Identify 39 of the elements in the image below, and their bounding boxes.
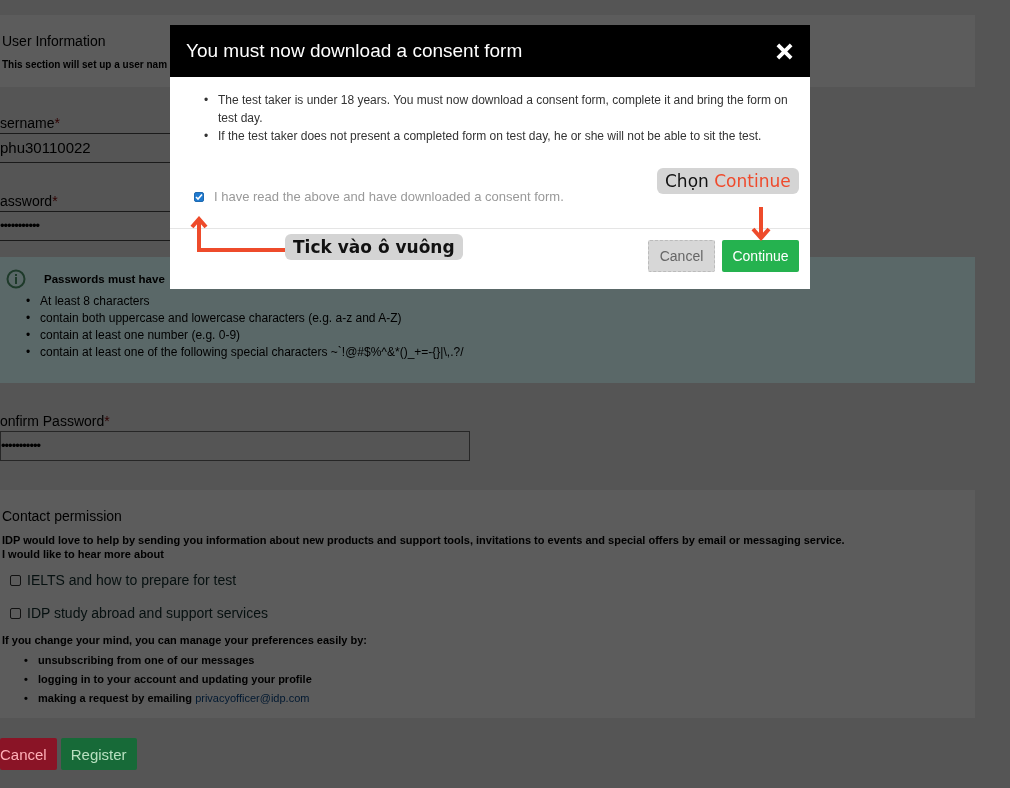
email-link[interactable]: privacyofficer@idp.com [195, 692, 310, 704]
annotation-callout: Chọn Continue [657, 168, 799, 194]
checkbox[interactable] [10, 607, 21, 619]
checkbox[interactable] [194, 191, 204, 202]
field-label: assword* [0, 192, 58, 211]
rule-item: • contain both uppercase and lowercase characters (e.g. a-z and A-Z) [26, 310, 402, 327]
checkbox-label: IDP study abroad and support services [27, 605, 268, 621]
rule-item: • contain at least one of the following special characters ~`!@#$%^&*()_+=-{}|\,.?/ [26, 344, 464, 361]
rule-item: • At least 8 characters [26, 293, 150, 310]
password-field[interactable]: ••••••••••• [0, 211, 170, 241]
field-label: sername* [0, 114, 60, 133]
checkbox[interactable] [10, 574, 21, 586]
register-button[interactable]: Register [60, 738, 137, 770]
checkbox-label: I have read the above and have downloaded a consent form. [214, 189, 564, 204]
preferences-text: If you change your mind, you can manage your preferences easily by: [2, 633, 368, 647]
prompt-text: I would like to hear more about [2, 547, 165, 561]
preference-item: • making a request by emailing [24, 692, 193, 704]
annotation-callout: Tick vào ô vuông [285, 234, 463, 260]
rules-title: Passwords must have [44, 273, 165, 285]
notice-item: • The test taker is under 18 years. You must now download a consent form, complete it and bring the form on test day. [204, 92, 789, 127]
checkbox-label: IELTS and how to prepare for test [27, 572, 237, 588]
arrow-icon [751, 206, 771, 241]
close-icon[interactable] [775, 41, 794, 61]
preference-item: • logging in to your account and updating your profile [24, 673, 312, 685]
continue-button[interactable]: Continue [722, 240, 799, 272]
section-description: This section will set up a user nam [2, 59, 169, 70]
intro-text: IDP would love to help by sending you information about new products and support tools, invitations to events and special offers by email or messaging service. [2, 533, 846, 547]
section-title: Contact permission [2, 508, 123, 524]
preference-item: • unsubscribing from one of our messages [24, 654, 255, 666]
field-label: onfirm Password* [0, 412, 110, 431]
password-field[interactable]: ••••••••••• [0, 431, 470, 461]
info-icon [6, 269, 26, 289]
cancel-button[interactable]: Cancel [648, 240, 715, 272]
rule-item: • contain at least one number (e.g. 0-9) [26, 327, 241, 344]
username-field[interactable]: phu30110022 [0, 133, 170, 163]
cancel-button[interactable]: Cancel [0, 738, 57, 770]
notice-item: • If the test taker does not present a completed form on test day, he or she will not be able to sit the test. [204, 128, 763, 145]
section-title: User Information [2, 33, 107, 49]
modal-title: You must now download a consent form [186, 40, 523, 62]
